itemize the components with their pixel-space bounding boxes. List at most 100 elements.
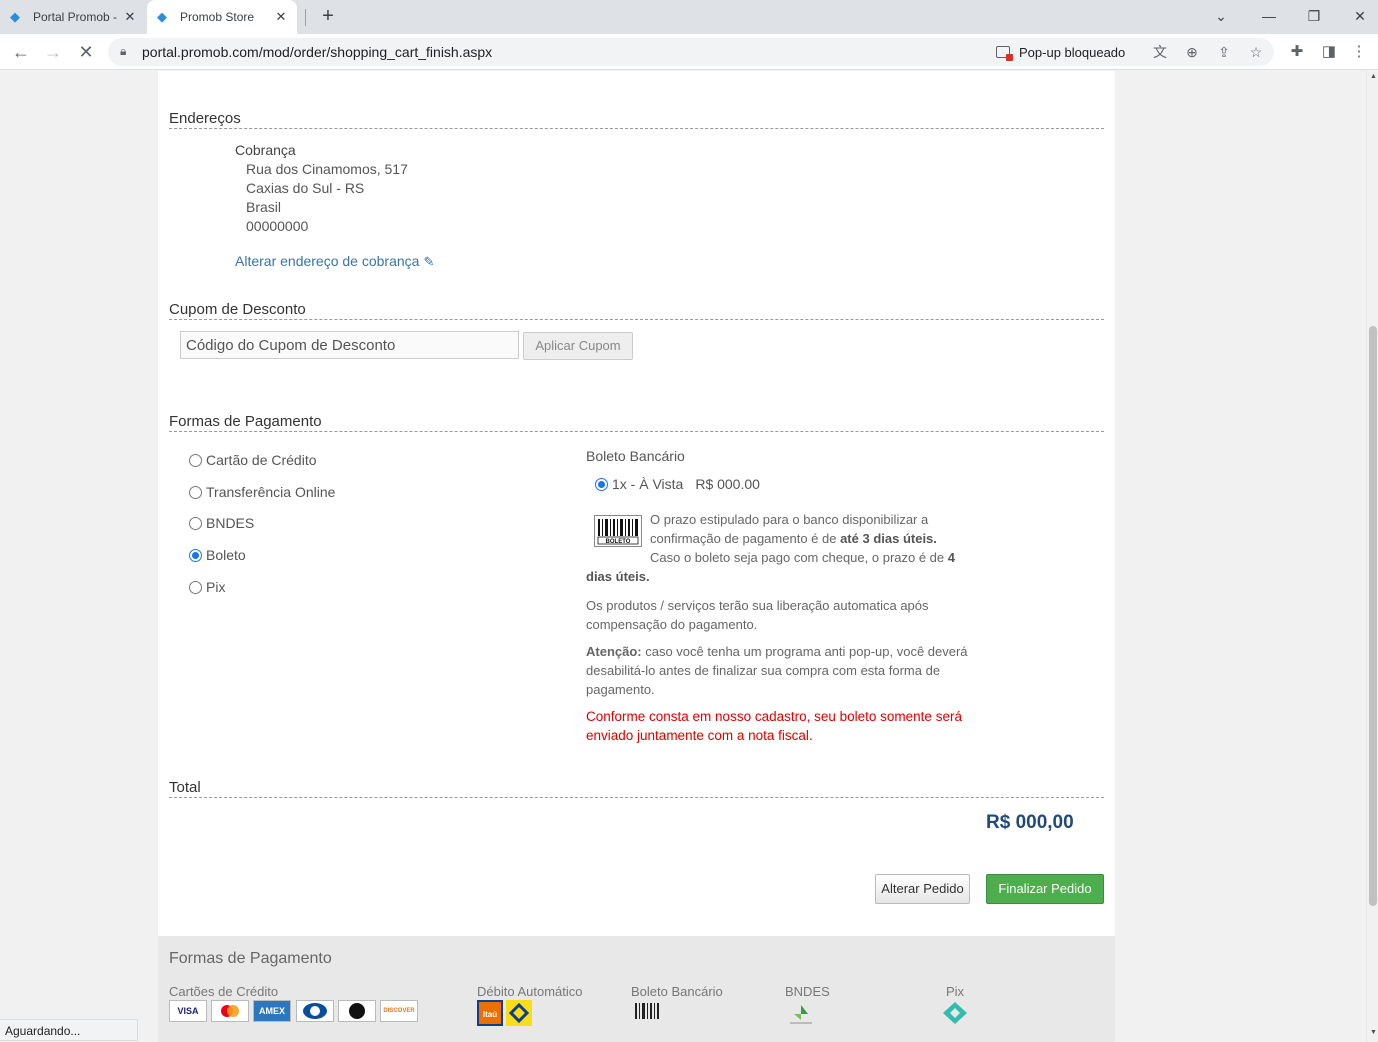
- amex-card-icon: AMEX: [253, 1000, 291, 1022]
- payment-option-label[interactable]: Cartão de Crédito: [206, 452, 317, 468]
- radio-credit-card[interactable]: [189, 453, 202, 467]
- boleto-days-emphasis: até 3 dias úteis.: [840, 531, 937, 546]
- payment-option-label[interactable]: BNDES: [206, 515, 254, 531]
- side-panel-icon[interactable]: ◨: [1319, 42, 1339, 62]
- address-city: Caxias do Sul - RS: [246, 180, 365, 196]
- installment-price: R$ 000.00: [695, 476, 760, 492]
- loading-status: Aguardando...: [0, 1019, 138, 1041]
- apply-coupon-button[interactable]: Aplicar Cupom: [523, 332, 633, 360]
- popup-warning: Atenção: caso você tenha um programa ant…: [586, 642, 986, 699]
- boleto-text-line-4: dias úteis.: [586, 569, 650, 584]
- footer-title: Formas de Pagamento: [169, 950, 332, 967]
- warning-text: caso você tenha um programa anti pop-up,…: [586, 644, 968, 697]
- lock-icon[interactable]: 🔒︎: [120, 44, 132, 60]
- tab-title: Promob Store: [180, 10, 255, 24]
- boleto-text-line-2a: confirmação de pagamento é de: [650, 531, 841, 546]
- menu-kebab-icon[interactable]: ⋮: [1349, 42, 1369, 62]
- warning-label: Atenção:: [586, 644, 642, 659]
- payment-option-label[interactable]: Transferência Online: [206, 484, 335, 500]
- boleto-footer-label: Boleto Bancário: [631, 984, 723, 999]
- popup-blocked-icon: [996, 46, 1013, 61]
- tab-promob-store[interactable]: ◆ Promob Store ✕: [147, 0, 297, 34]
- bndes-footer-label: BNDES: [785, 984, 830, 999]
- pencil-icon[interactable]: ✎: [423, 254, 434, 270]
- billing-heading: Cobrança: [235, 142, 296, 158]
- radio-pix[interactable]: [189, 580, 202, 594]
- new-tab-button[interactable]: +: [317, 5, 339, 27]
- tab-separator: [305, 9, 306, 26]
- forward-arrow-icon[interactable]: →: [41, 40, 65, 64]
- bookmark-star-icon[interactable]: ☆: [1246, 42, 1266, 62]
- finish-order-button[interactable]: Finalizar Pedido: [986, 874, 1104, 904]
- payment-option-boleto[interactable]: Boleto: [189, 547, 246, 563]
- scroll-down-arrow-icon[interactable]: ▼: [1370, 1029, 1377, 1036]
- credit-cards-label: Cartões de Crédito: [169, 984, 279, 999]
- popup-blocked-label: Pop-up bloqueado: [1019, 44, 1126, 60]
- boleto-notice: Conforme consta em nosso cadastro, seu b…: [586, 709, 962, 743]
- zoom-icon[interactable]: ⊕: [1182, 42, 1202, 62]
- boleto-text-line-3a: Caso o boleto seja pago com cheque, o pr…: [650, 550, 948, 565]
- debit-label: Débito Automático: [477, 984, 583, 999]
- total-section-title: Total: [169, 779, 1104, 798]
- release-note: Os produtos / serviços terão sua liberaç…: [586, 598, 929, 632]
- payment-option-label[interactable]: Pix: [206, 579, 225, 595]
- payment-option-online-transfer[interactable]: Transferência Online: [189, 484, 335, 500]
- change-billing-address-label[interactable]: Alterar endereço de cobrança: [235, 253, 419, 269]
- boleto-installment-option[interactable]: 1x - À Vista R$ 000.00: [595, 476, 760, 492]
- bndes-icon: [790, 1005, 812, 1024]
- address-country: Brasil: [246, 199, 282, 215]
- visa-card-icon: VISA: [169, 1000, 207, 1022]
- close-tab-icon[interactable]: ✕: [120, 9, 140, 25]
- scroll-thumb[interactable]: [1369, 326, 1377, 906]
- promob-favicon-icon: ◆: [10, 9, 20, 24]
- page-scrollbar[interactable]: ▲ ▼: [1366, 71, 1378, 1042]
- translate-icon[interactable]: 文: [1150, 42, 1170, 62]
- checkout-content: Endereços Cobrança Rua dos Cinamomos, 51…: [158, 71, 1115, 936]
- radio-bndes[interactable]: [189, 516, 202, 530]
- minimize-button[interactable]: —: [1256, 4, 1282, 28]
- discover-card-icon: DISCOVER: [380, 1000, 418, 1022]
- url-text[interactable]: portal.promob.com/mod/order/shopping_car…: [142, 44, 492, 60]
- alter-order-button[interactable]: Alterar Pedido: [875, 874, 970, 904]
- pix-icon: [943, 1002, 967, 1024]
- installment-label[interactable]: 1x - À Vista: [612, 476, 683, 492]
- payment-methods-footer: Formas de Pagamento Cartões de Crédito V…: [158, 936, 1115, 1042]
- tab-portal-promob[interactable]: ◆ Portal Promob - ✕: [0, 0, 146, 34]
- restore-button[interactable]: ❐: [1301, 4, 1327, 28]
- stop-loading-icon[interactable]: ✕: [74, 40, 98, 64]
- tab-search-chevron-icon[interactable]: ⌄: [1208, 4, 1234, 28]
- mastercard-card-icon: [211, 1000, 249, 1022]
- address-zip: 00000000: [246, 218, 309, 234]
- radio-online-transfer[interactable]: [189, 485, 202, 499]
- boleto-footer-icon: [635, 1003, 659, 1019]
- close-window-button[interactable]: ✕: [1347, 4, 1373, 28]
- coupon-code-input[interactable]: [180, 331, 519, 359]
- boleto-deadline-text: O prazo estipulado para o banco disponib…: [586, 510, 986, 586]
- diners-card-icon: [296, 1000, 334, 1022]
- payment-option-bndes[interactable]: BNDES: [189, 515, 254, 531]
- change-billing-address-link[interactable]: Alterar endereço de cobrança ✎: [235, 253, 434, 270]
- share-icon[interactable]: ⇪: [1214, 42, 1234, 62]
- address-bar[interactable]: 🔒︎ portal.promob.com/mod/order/shopping_…: [108, 38, 1274, 66]
- payment-option-credit-card[interactable]: Cartão de Crédito: [189, 452, 317, 468]
- back-arrow-icon[interactable]: ←: [9, 40, 33, 64]
- browser-toolbar: ← → ✕ 🔒︎ portal.promob.com/mod/order/sho…: [0, 34, 1378, 70]
- boleto-text-line-1: O prazo estipulado para o banco disponib…: [650, 512, 929, 527]
- billing-address: Cobrança Rua dos Cinamomos, 517 Caxias d…: [235, 141, 408, 236]
- extensions-icon[interactable]: ✚: [1287, 42, 1307, 62]
- promob-favicon-icon: ◆: [157, 9, 167, 24]
- popup-blocked-indicator[interactable]: Pop-up bloqueado: [996, 42, 1125, 62]
- address-street: Rua dos Cinamomos, 517: [246, 161, 408, 177]
- close-tab-icon[interactable]: ✕: [271, 9, 291, 25]
- order-total: R$ 000,00: [986, 812, 1074, 833]
- coupon-section-title: Cupom de Desconto: [169, 301, 1104, 320]
- radio-installment-a-vista[interactable]: [595, 477, 608, 491]
- elo-card-icon: [338, 1000, 376, 1022]
- payment-option-label[interactable]: Boleto: [206, 547, 246, 563]
- radio-boleto[interactable]: [189, 548, 202, 562]
- banco-do-brasil-icon: [506, 1000, 532, 1026]
- itau-icon: Itaú: [477, 1000, 503, 1026]
- boleto-details-title: Boleto Bancário: [586, 448, 685, 464]
- payment-option-pix[interactable]: Pix: [189, 579, 225, 595]
- scroll-up-arrow-icon[interactable]: ▲: [1370, 73, 1377, 80]
